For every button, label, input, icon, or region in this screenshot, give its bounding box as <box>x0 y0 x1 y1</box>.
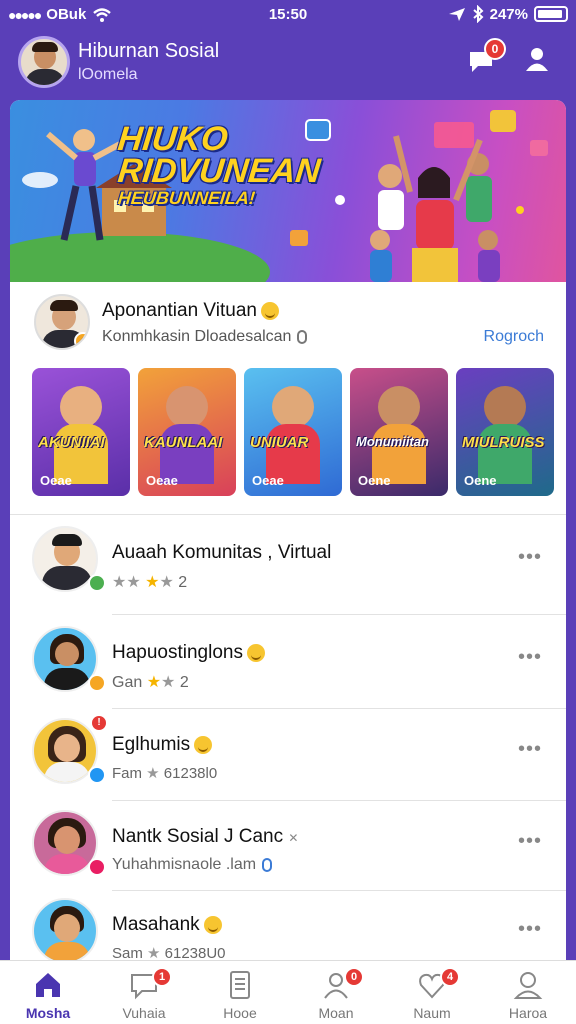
list-item[interactable]: ! Eglhumis Fam ★ 61238l0 ••• <box>10 710 566 810</box>
profile-avatar[interactable] <box>18 36 70 88</box>
app-title: Hiburnan Sosial <box>78 40 220 62</box>
badge-icon <box>88 858 106 876</box>
thumbnail-card[interactable]: MIULRUISS Oene <box>456 368 554 496</box>
thumbnail-card[interactable]: KAUNLAAI Oeae <box>138 368 236 496</box>
thumbnail-card[interactable]: AKUNIIAI Oeae <box>32 368 130 496</box>
app-header: Hiburnan Sosial lOomela 0 <box>0 32 576 98</box>
notification-badge: 0 <box>344 967 364 987</box>
thumbnail-strip: AKUNIIAI Oeae KAUNLAAI Oeae UNIUAR Oeae … <box>32 368 554 496</box>
thumbnail-card[interactable]: Monumiitan Oene <box>350 368 448 496</box>
chat-button[interactable]: 0 <box>466 38 506 76</box>
list-item-name: Eglhumis <box>112 734 213 756</box>
tab-heart[interactable]: 4 Naum <box>384 961 480 1024</box>
attachment-icon <box>296 329 307 344</box>
divider <box>10 514 566 515</box>
list-item[interactable]: Nantk Sosial J Canc ✕ Yuhahmisnaole .lam… <box>10 802 566 902</box>
list-item-meta: Gan ★★ 2 <box>112 674 189 691</box>
badge-icon <box>88 674 106 692</box>
list-avatar <box>32 898 98 960</box>
smile-emoji-icon <box>260 301 279 320</box>
notification-badge: 0 <box>484 38 506 60</box>
featured-title: Aponantian Vituan <box>102 300 279 322</box>
tab-home[interactable]: Mosha <box>0 961 96 1024</box>
smile-emoji-icon <box>203 915 222 934</box>
list-item-name: Nantk Sosial J Canc ✕ <box>112 826 299 847</box>
more-options-button[interactable]: ••• <box>518 918 542 941</box>
main-content: HIUKO RIDVUNEAN HEUBUNNEILA! Aponantian … <box>10 100 566 960</box>
list-item[interactable]: Masahank Sam ★ 61238U0 ••• <box>10 890 566 960</box>
star-icon: ★ <box>147 945 161 960</box>
list-item-meta: Sam ★ 61238U0 <box>112 945 226 960</box>
badge-icon <box>74 332 88 348</box>
divider <box>112 800 566 801</box>
app-subtitle: lOomela <box>78 66 138 83</box>
list-item[interactable]: Auaah Komunitas , Virtual ★★ ★★ 2 ••• <box>10 518 566 618</box>
tab-chat[interactable]: 1 Vuhaia <box>96 961 192 1024</box>
list-item-name: Masahank <box>112 914 222 936</box>
banner-headline-2: RIDVUNEAN <box>116 152 323 190</box>
more-options-button[interactable]: ••• <box>518 830 542 853</box>
bottom-tab-bar: Mosha 1 Vuhaia Hooe 0 Moan 4 Naum Haroa <box>0 960 576 1024</box>
notification-badge: 1 <box>152 967 172 987</box>
list-item-meta: Fam ★ 61238l0 <box>112 765 218 782</box>
divider <box>112 708 566 709</box>
more-options-button[interactable]: ••• <box>518 546 542 569</box>
tab-document[interactable]: Hooe <box>192 961 288 1024</box>
notification-badge: 4 <box>440 967 460 987</box>
tab-people[interactable]: 0 Moan <box>288 961 384 1024</box>
banner-illustration <box>10 110 548 282</box>
star-icon: ★ <box>145 574 160 591</box>
divider <box>112 614 566 615</box>
star-icon: ★ <box>146 674 162 691</box>
notification-badge: ! <box>90 714 108 732</box>
star-icon: ★★ <box>112 574 141 591</box>
document-icon <box>230 971 250 999</box>
list-item-meta: ★★ ★★ 2 <box>112 574 188 591</box>
tab-profile[interactable]: Haroa <box>480 961 576 1024</box>
more-options-button[interactable]: ••• <box>518 738 542 761</box>
featured-section: Aponantian Vituan Konmhkasin Dloadesalca… <box>10 282 566 514</box>
attachment-icon <box>261 857 272 872</box>
list-item-meta: Yuhahmisnaole .lam <box>112 856 273 874</box>
battery-percent: 247% <box>489 5 528 23</box>
smile-emoji-icon <box>246 643 265 662</box>
list-item-name: Hapuostinglons <box>112 642 265 664</box>
more-options-button[interactable]: ••• <box>518 646 542 669</box>
user-icon <box>526 48 548 71</box>
list-item-name: Auaah Komunitas , Virtual <box>112 542 332 563</box>
verified-icon <box>88 574 106 592</box>
hero-banner[interactable]: HIUKO RIDVUNEAN HEUBUNNEILA! <box>10 100 566 282</box>
star-icon: ★ <box>159 574 174 591</box>
featured-avatar[interactable] <box>34 294 90 350</box>
featured-action-link[interactable]: Rogroch <box>484 328 544 346</box>
location-icon <box>448 8 465 21</box>
banner-tagline: HEUBUNNEILA! <box>117 188 257 208</box>
bluetooth-icon <box>472 5 484 23</box>
star-icon: ★ <box>146 765 160 782</box>
featured-subtitle: Konmhkasin Dloadesalcan <box>102 328 308 346</box>
star-icon: ★ <box>161 674 176 691</box>
user-button[interactable] <box>522 44 552 74</box>
battery-icon <box>534 6 568 22</box>
home-icon <box>36 973 60 997</box>
list-item[interactable]: Hapuostinglons Gan ★★ 2 ••• <box>10 618 566 718</box>
profile-icon <box>513 972 543 999</box>
status-bar: ●●●●● OBuk 15:50 247% <box>0 0 576 32</box>
smile-emoji-icon <box>194 735 213 754</box>
verified-icon <box>88 766 106 784</box>
thumbnail-card[interactable]: UNIUAR Oeae <box>244 368 342 496</box>
